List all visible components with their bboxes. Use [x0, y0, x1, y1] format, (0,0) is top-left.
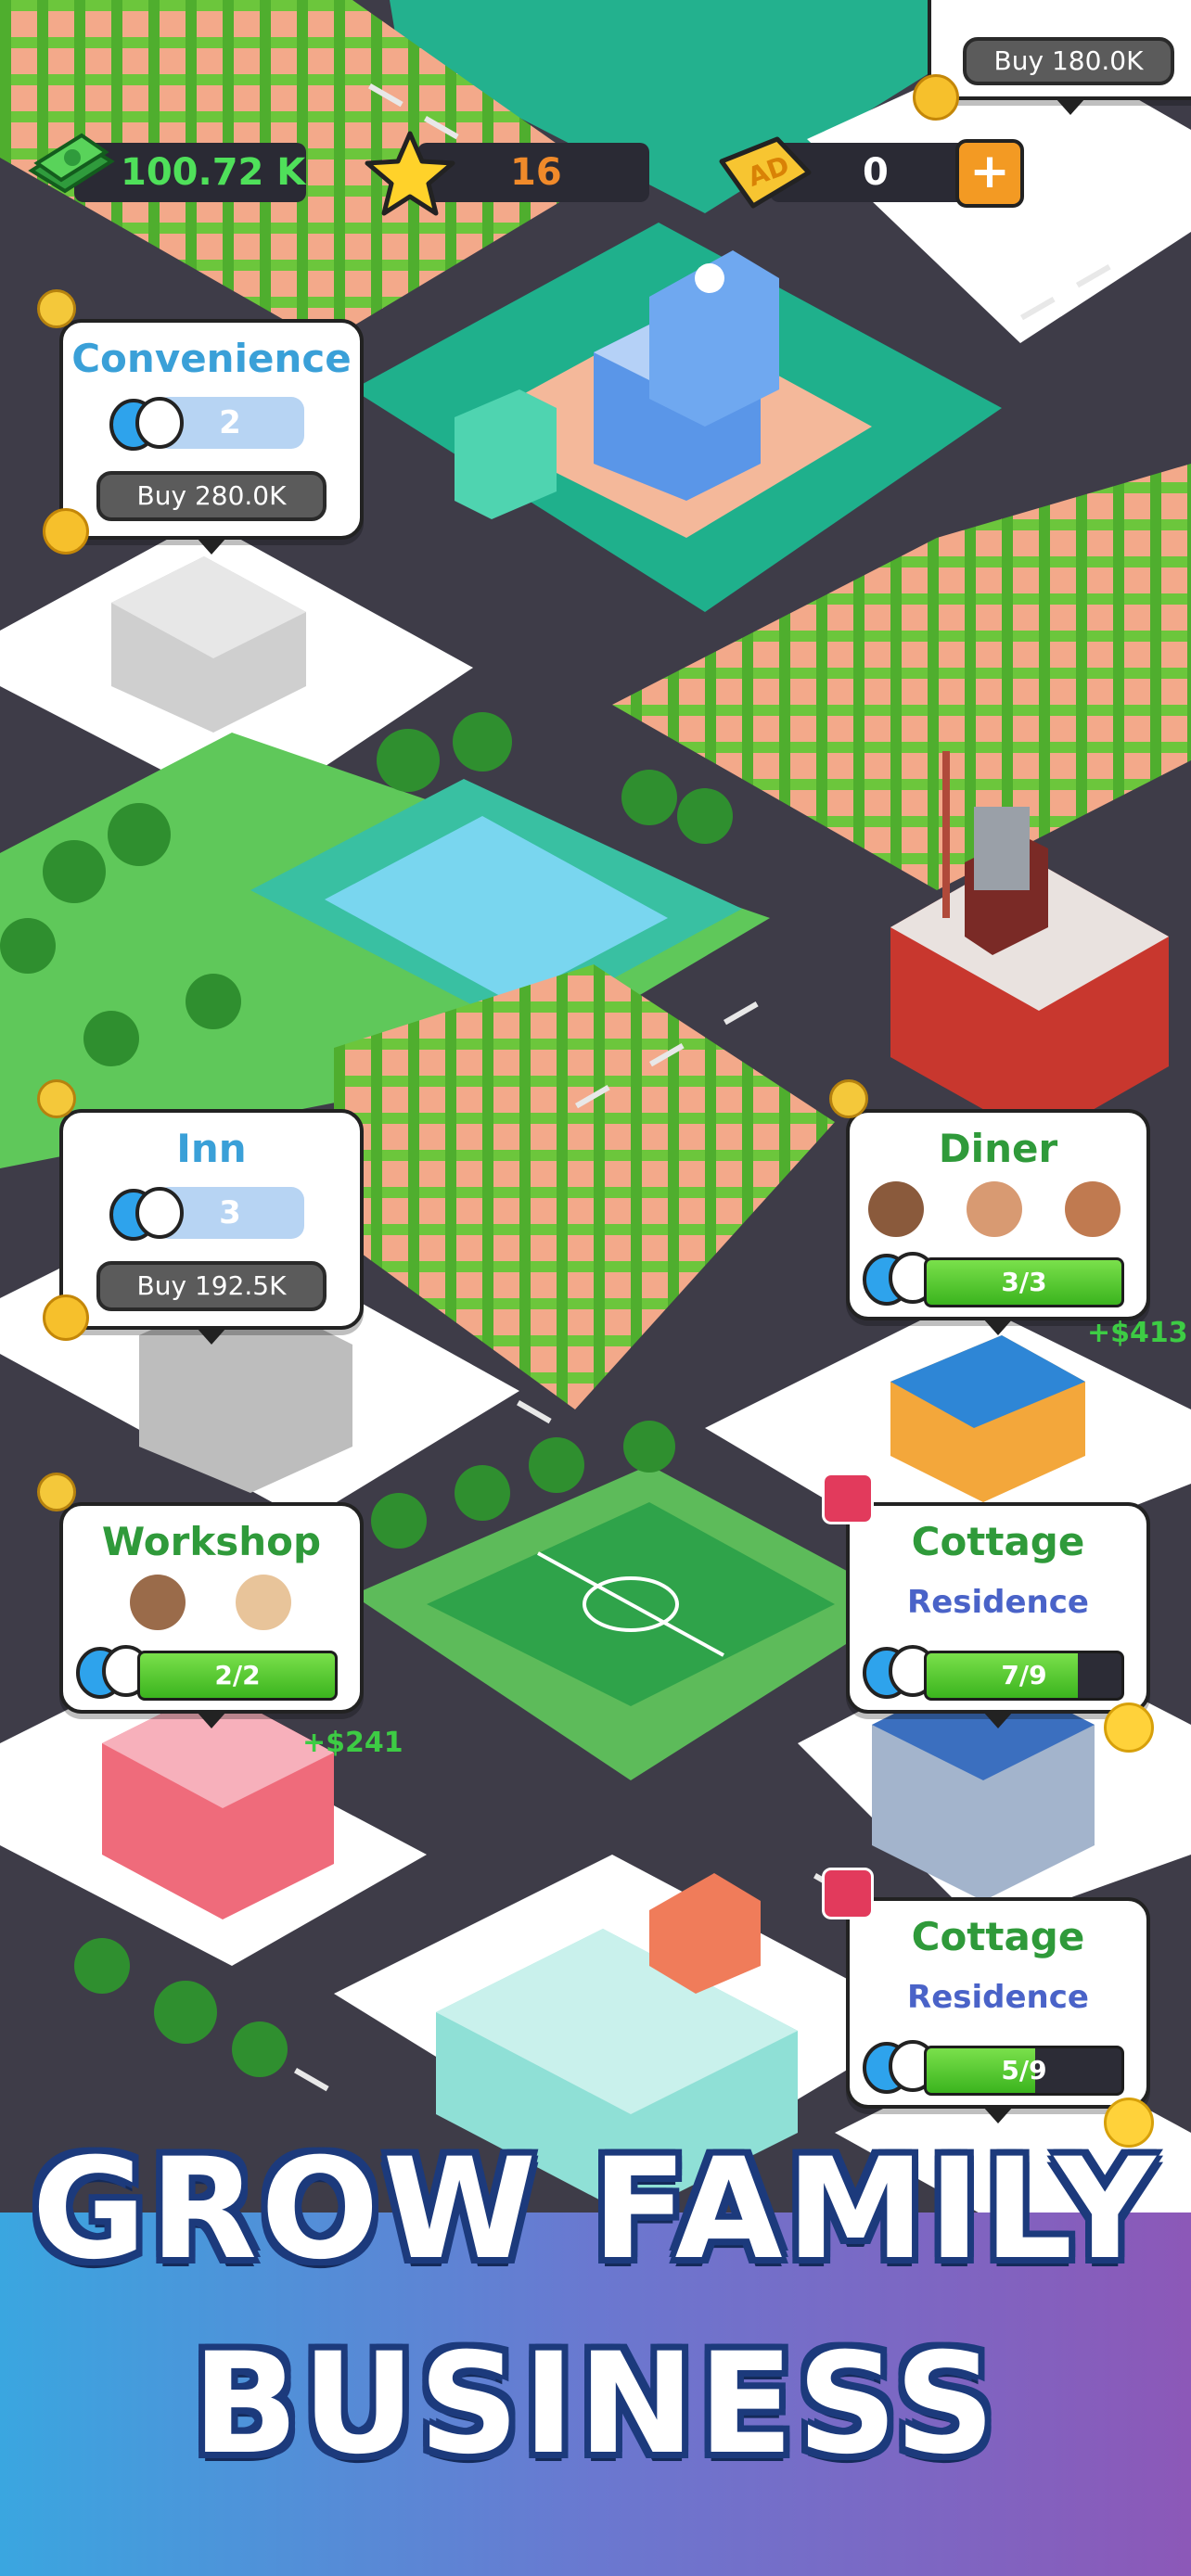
cash-badge-icon	[37, 1473, 76, 1511]
lock-icon	[43, 508, 89, 555]
occupancy-bar: 5/9	[924, 2046, 1124, 2096]
buy-button[interactable]: Buy 180.0K	[963, 37, 1174, 85]
avatar	[130, 1575, 186, 1630]
plus-icon[interactable]: +	[955, 139, 1024, 208]
card-cottage[interactable]: Cottage Residence 7/9	[846, 1502, 1150, 1728]
occupancy-text: 7/9	[1001, 1660, 1047, 1690]
shop-badge-icon	[822, 1473, 874, 1524]
smiley-icon[interactable]	[1104, 1702, 1154, 1753]
avatar	[967, 1181, 1022, 1237]
buy-button[interactable]: Buy 192.5K	[96, 1261, 327, 1311]
star-value: 16	[510, 151, 562, 194]
cash-badge-icon	[37, 1079, 76, 1118]
buy-button[interactable]: Buy 280.0K	[96, 471, 327, 521]
lock-icon	[43, 1294, 89, 1341]
avatar	[1065, 1181, 1121, 1237]
cash-value: 100.72 K	[121, 151, 306, 194]
lock-icon	[913, 74, 959, 121]
earnings-text: +$413	[1087, 1317, 1188, 1349]
ad-ticket-icon[interactable]: AD	[712, 135, 816, 210]
family-icon	[109, 1183, 184, 1244]
card-workshop[interactable]: Workshop 2/2	[59, 1502, 364, 1728]
card-cottage[interactable]: Cottage Residence 5/9	[846, 1897, 1150, 2123]
cash-badge-icon	[829, 1079, 868, 1118]
star-icon	[364, 128, 456, 217]
shop-badge-icon	[822, 1868, 874, 1919]
promo-banner: GROW FAMILY BUSINESS	[0, 2129, 1191, 2576]
card-title: Convenience	[71, 336, 352, 381]
card-title: Cottage	[911, 1519, 1085, 1564]
card-diner[interactable]: Diner 3/3	[846, 1109, 1150, 1335]
banner-line-2: BUSINESS	[192, 2324, 999, 2485]
earnings-text: +$241	[302, 1727, 403, 1759]
family-icon	[109, 393, 184, 454]
occupancy-bar: 2/2	[137, 1651, 338, 1701]
occupancy-bar: 3/3	[924, 1257, 1124, 1307]
avatar	[868, 1181, 924, 1237]
card-inn[interactable]: Inn 3 Buy 192.5K	[59, 1109, 364, 1345]
card-title: Inn	[176, 1126, 247, 1171]
occupancy-text: 2/2	[214, 1660, 261, 1690]
card-top-partial[interactable]: Buy 180.0K	[928, 0, 1191, 115]
card-title: Diner	[938, 1126, 1058, 1171]
card-title: Cottage	[911, 1914, 1085, 1959]
ad-value: 0	[863, 151, 889, 194]
card-subtitle: Residence	[907, 1979, 1089, 2016]
occupancy-text: 5/9	[1001, 2055, 1047, 2085]
card-convenience[interactable]: Convenience 2 Buy 280.0K	[59, 319, 364, 555]
cash-icon	[26, 130, 115, 204]
cash-badge-icon	[37, 289, 76, 328]
occupancy-bar: 7/9	[924, 1651, 1124, 1701]
card-subtitle: Residence	[907, 1584, 1089, 1621]
card-title: Workshop	[101, 1519, 322, 1564]
banner-line-1: GROW FAMILY	[32, 2129, 1159, 2290]
occupancy-text: 3/3	[1001, 1267, 1047, 1297]
avatar	[236, 1575, 291, 1630]
